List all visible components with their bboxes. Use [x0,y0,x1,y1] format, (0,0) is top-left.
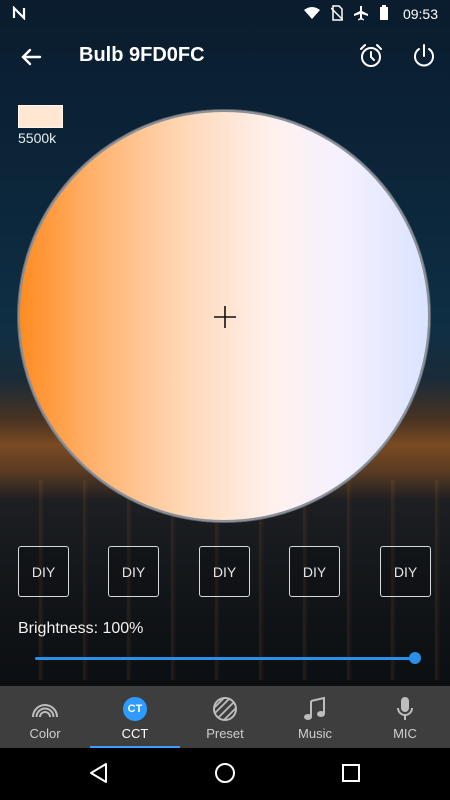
back-arrow-icon[interactable] [16,42,46,72]
status-time: 09:53 [402,6,438,22]
nav-home-icon[interactable] [212,760,238,786]
tab-cct[interactable]: CT CCT [90,686,180,748]
notification-n-icon [12,4,26,23]
tab-preset-label: Preset [206,726,244,741]
crosshair-icon[interactable] [213,305,237,329]
brightness-label: Brightness: 100% [18,620,144,637]
diy-button-3[interactable]: DIY [199,546,250,597]
app-bar: Bulb 9FD0FC [0,28,450,86]
diy-button-row: DIY DIY DIY DIY DIY [18,546,432,599]
color-temperature-value: 5500k [18,130,57,146]
diy-button-2[interactable]: DIY [108,546,159,597]
wifi-icon [303,6,321,22]
tab-color-label: Color [29,726,61,741]
page-title: Bulb 9FD0FC [79,44,205,66]
tab-cct-label: CCT [121,726,149,741]
music-note-icon [301,696,329,722]
no-sim-icon [330,5,344,23]
diy-button-5[interactable]: DIY [380,546,431,597]
status-icons: 09:53 [303,5,438,23]
striped-circle-icon [211,696,239,722]
battery-icon [379,5,389,23]
airplane-icon [353,5,369,23]
tab-color[interactable]: Color [0,686,90,748]
tab-mic[interactable]: MIC [360,686,450,748]
status-bar: 09:53 [0,0,450,28]
color-temperature-swatch [18,105,63,128]
tab-mic-label: MIC [393,726,417,741]
brightness-slider-thumb[interactable] [409,652,421,664]
microphone-icon [391,696,419,722]
rainbow-icon [31,696,59,722]
ct-badge: CT [123,697,147,721]
tab-music[interactable]: Music [270,686,360,748]
tab-preset[interactable]: Preset [180,686,270,748]
diy-button-4[interactable]: DIY [289,546,340,597]
power-icon[interactable] [409,41,439,71]
brightness-slider-track[interactable] [35,657,415,660]
diy-button-1[interactable]: DIY [18,546,69,597]
nav-recent-icon[interactable] [338,760,364,786]
ct-badge-icon: CT [121,696,149,722]
alarm-clock-icon[interactable] [356,41,386,71]
bottom-tab-bar: Color CT CCT Preset Music MIC [0,686,450,748]
system-nav-bar [0,748,450,800]
tab-music-label: Music [298,726,332,741]
nav-back-icon[interactable] [86,760,112,786]
